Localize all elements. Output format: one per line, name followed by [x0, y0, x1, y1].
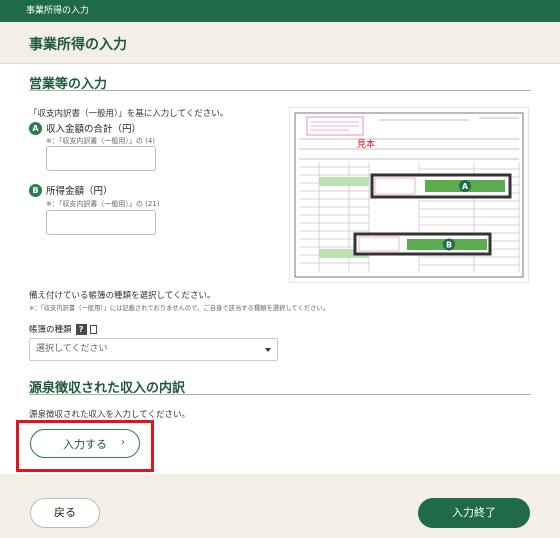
- withholding-instruction: 源泉徴収された収入を入力してください。: [29, 410, 190, 420]
- field-a-note: ※：「収支内訳書（一般用）」の (4): [46, 137, 156, 145]
- field-a-label: A 収入金額の合計（円）: [29, 121, 141, 135]
- document-icon[interactable]: [89, 324, 97, 334]
- marker-b-icon: B: [446, 241, 452, 250]
- field-a-label-text: 収入金額の合計（円）: [46, 124, 142, 135]
- finish-input-button[interactable]: 入力終了: [418, 498, 530, 528]
- section-divider: [29, 394, 531, 395]
- business-instruction: 「収支内訳書（一般用）」を基に入力してください。: [29, 109, 229, 119]
- ledger-type-label-text: 帳簿の種類: [29, 325, 72, 335]
- highlight-annotation-box: [16, 420, 154, 472]
- question-icon[interactable]: ?: [75, 323, 87, 335]
- income-amount-input[interactable]: [46, 210, 156, 235]
- marker-a-icon: A: [462, 182, 469, 191]
- field-b-note: ※：「収支内訳書（一般用）」の (21): [46, 200, 160, 208]
- ledger-select-value: 選択してください: [36, 344, 108, 354]
- revenue-total-input[interactable]: [46, 146, 156, 171]
- breadcrumb: 事業所得の入力: [26, 6, 90, 16]
- back-button[interactable]: 戻る: [30, 498, 100, 528]
- badge-b-icon: B: [29, 183, 42, 197]
- section-divider: [29, 90, 531, 91]
- ledger-type-label: 帳簿の種類 ?: [29, 323, 97, 335]
- ledger-note: ※：「収支内訳書（一般用）」には記載されておりませんので、ご自身で該当する種類を…: [29, 305, 330, 312]
- page-title: 事業所得の入力: [29, 37, 127, 53]
- income-statement-sample-image: 見本 A B: [289, 107, 529, 283]
- ledger-instruction: 備え付けている帳簿の種類を選択してください。: [29, 291, 216, 301]
- badge-a-icon: A: [29, 121, 42, 135]
- field-b-label-text: 所得金額（円）: [46, 186, 113, 197]
- top-header-bar: 事業所得の入力: [0, 0, 560, 22]
- field-b-label: B 所得金額（円）: [29, 183, 113, 197]
- caret-down-icon: [265, 348, 271, 352]
- ledger-type-select[interactable]: 選択してください: [29, 338, 278, 361]
- page-title-bar: 事業所得の入力: [0, 22, 560, 64]
- sample-label: 見本: [357, 138, 375, 150]
